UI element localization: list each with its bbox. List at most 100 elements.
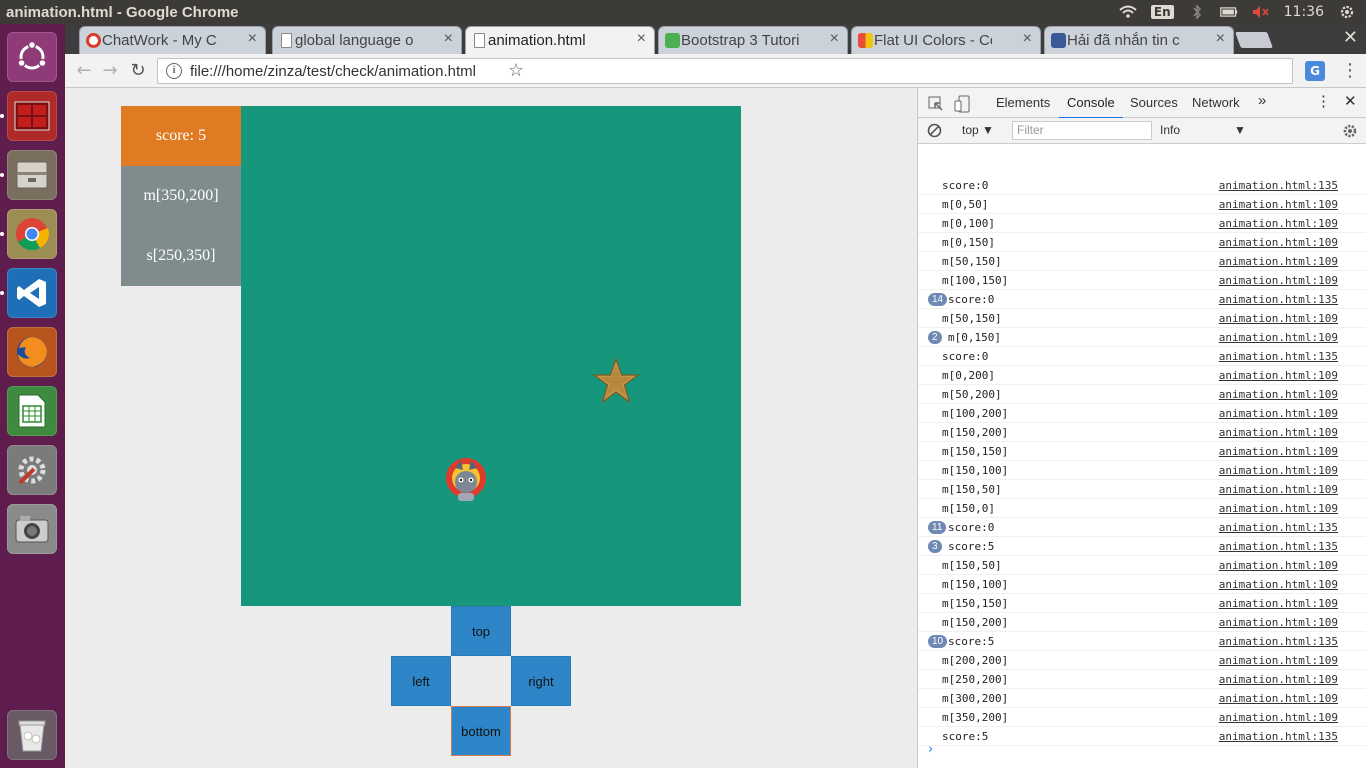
device-toolbar-icon[interactable] [954, 95, 970, 113]
firefox-icon[interactable] [7, 327, 57, 377]
source-link[interactable]: animation.html:109 [1219, 613, 1338, 632]
source-link[interactable]: animation.html:109 [1219, 214, 1338, 233]
devtools-tab-sources[interactable]: Sources [1130, 95, 1178, 110]
source-link[interactable]: animation.html:109 [1219, 404, 1338, 423]
source-link[interactable]: animation.html:109 [1219, 480, 1338, 499]
source-link[interactable]: animation.html:109 [1219, 575, 1338, 594]
keyboard-layout-indicator[interactable]: En [1150, 5, 1174, 19]
source-link[interactable]: animation.html:135 [1219, 537, 1338, 556]
volume-muted-icon[interactable] [1252, 5, 1270, 19]
score-panel: score: 5 m[350,200] s[250,350] [121, 106, 241, 286]
console-filter-input[interactable]: Filter [1012, 121, 1152, 140]
window-close-icon[interactable]: ✕ [1343, 27, 1358, 48]
running-indicator [0, 291, 4, 295]
character-sprite-icon [446, 458, 486, 501]
back-icon[interactable]: ← [73, 60, 95, 82]
score-display: score: 5 [121, 106, 241, 166]
source-link[interactable]: animation.html:109 [1219, 328, 1338, 347]
right-button[interactable]: right [511, 656, 571, 706]
source-link[interactable]: animation.html:109 [1219, 670, 1338, 689]
page-info-icon[interactable]: i [166, 63, 182, 79]
source-link[interactable]: animation.html:109 [1219, 271, 1338, 290]
trash-icon[interactable] [7, 710, 57, 760]
console-message-text: m[150,150] [942, 597, 1009, 610]
source-link[interactable]: animation.html:109 [1219, 233, 1338, 252]
battery-icon[interactable] [1219, 5, 1238, 19]
source-link[interactable]: animation.html:135 [1219, 176, 1338, 195]
left-button[interactable]: left [391, 656, 451, 706]
source-link[interactable]: animation.html:109 [1219, 385, 1338, 404]
tab-chatwork[interactable]: ChatWork - My Chat × [79, 26, 266, 54]
tab-facebook[interactable]: Hải đã nhắn tin c × [1044, 26, 1234, 54]
tab-close-icon[interactable]: × [444, 30, 453, 48]
source-link[interactable]: animation.html:135 [1219, 347, 1338, 366]
source-link[interactable]: animation.html:109 [1219, 499, 1338, 518]
tab-close-icon[interactable]: × [830, 30, 839, 48]
source-link[interactable]: animation.html:135 [1219, 632, 1338, 651]
camera-icon[interactable] [7, 504, 57, 554]
gear-icon[interactable] [1338, 5, 1356, 19]
devtools-tab-elements[interactable]: Elements [996, 95, 1050, 110]
console-message-row: m[0,200] animation.html:109 [918, 366, 1366, 385]
inspect-element-icon[interactable] [928, 96, 944, 112]
log-level-label: Info [1160, 123, 1181, 137]
source-link[interactable]: animation.html:135 [1219, 290, 1338, 309]
browser-toolbar: ← → ↻ i file:///home/zinza/test/check/an… [65, 54, 1366, 88]
new-tab-button[interactable] [1235, 32, 1273, 48]
source-link[interactable]: animation.html:109 [1219, 594, 1338, 613]
source-link[interactable]: animation.html:109 [1219, 195, 1338, 214]
tab-close-icon[interactable]: × [1023, 30, 1032, 48]
devtools-menu-icon[interactable]: ⋮ [1316, 92, 1331, 110]
clear-console-icon[interactable] [927, 123, 942, 138]
wifi-icon[interactable] [1119, 5, 1137, 19]
chrome-icon[interactable] [7, 209, 57, 259]
chrome-menu-icon[interactable]: ⋮ [1341, 60, 1359, 81]
source-link[interactable]: animation.html:109 [1219, 252, 1338, 271]
devtools-close-icon[interactable]: ✕ [1344, 92, 1357, 110]
google-translate-extension-icon[interactable]: G [1305, 61, 1325, 81]
log-level-selector[interactable]: Info ▼ [1160, 123, 1246, 137]
source-link[interactable]: animation.html:109 [1219, 442, 1338, 461]
tab-bootstrap[interactable]: Bootstrap 3 Tutoria × [658, 26, 848, 54]
top-button[interactable]: top [451, 606, 511, 656]
tab-close-icon[interactable]: × [637, 30, 646, 48]
console-message-text: m[0,50] [942, 198, 989, 211]
source-link[interactable]: animation.html:109 [1219, 708, 1338, 727]
source-link[interactable]: animation.html:109 [1219, 556, 1338, 575]
source-link[interactable]: animation.html:135 [1219, 518, 1338, 537]
source-link[interactable]: animation.html:109 [1219, 366, 1338, 385]
more-tabs-chevron-icon[interactable]: » [1258, 92, 1266, 109]
console-message-text: m[250,200] [942, 673, 1009, 686]
source-link[interactable]: animation.html:109 [1219, 423, 1338, 442]
vscode-icon[interactable] [7, 268, 57, 318]
devtools-tab-console[interactable]: Console [1059, 95, 1123, 119]
tab-animation[interactable]: animation.html × [465, 26, 655, 54]
console-prompt-icon[interactable]: › [928, 742, 933, 757]
console-message-row: m[200,200] animation.html:109 [918, 651, 1366, 670]
tab-close-icon[interactable]: × [1216, 30, 1225, 48]
source-link[interactable]: animation.html:135 [1219, 727, 1338, 746]
reload-icon[interactable]: ↻ [127, 60, 149, 82]
address-bar[interactable]: i file:///home/zinza/test/check/animatio… [157, 58, 1293, 84]
bottom-button[interactable]: bottom [451, 706, 511, 756]
tab-global-language[interactable]: global language on × [272, 26, 462, 54]
system-settings-icon[interactable] [7, 445, 57, 495]
source-link[interactable]: animation.html:109 [1219, 309, 1338, 328]
forward-icon[interactable]: → [99, 60, 121, 82]
source-link[interactable]: animation.html:109 [1219, 651, 1338, 670]
clock[interactable]: 11:36 [1284, 4, 1324, 20]
ubuntu-dash-icon[interactable] [7, 32, 57, 82]
terminal-icon[interactable] [7, 91, 57, 141]
console-settings-gear-icon[interactable] [1342, 123, 1358, 139]
running-indicator [0, 173, 4, 177]
source-link[interactable]: animation.html:109 [1219, 689, 1338, 708]
m-position-display: m[350,200] [121, 166, 241, 226]
bluetooth-icon[interactable] [1188, 5, 1206, 19]
devtools-tab-network[interactable]: Network [1192, 95, 1240, 110]
libreoffice-calc-icon[interactable] [7, 386, 57, 436]
tab-close-icon[interactable]: × [248, 30, 257, 48]
context-selector[interactable]: top ▼ [962, 123, 994, 137]
source-link[interactable]: animation.html:109 [1219, 461, 1338, 480]
tab-flat-ui-colors[interactable]: Flat UI Colors - Colo × [851, 26, 1041, 54]
files-icon[interactable] [7, 150, 57, 200]
